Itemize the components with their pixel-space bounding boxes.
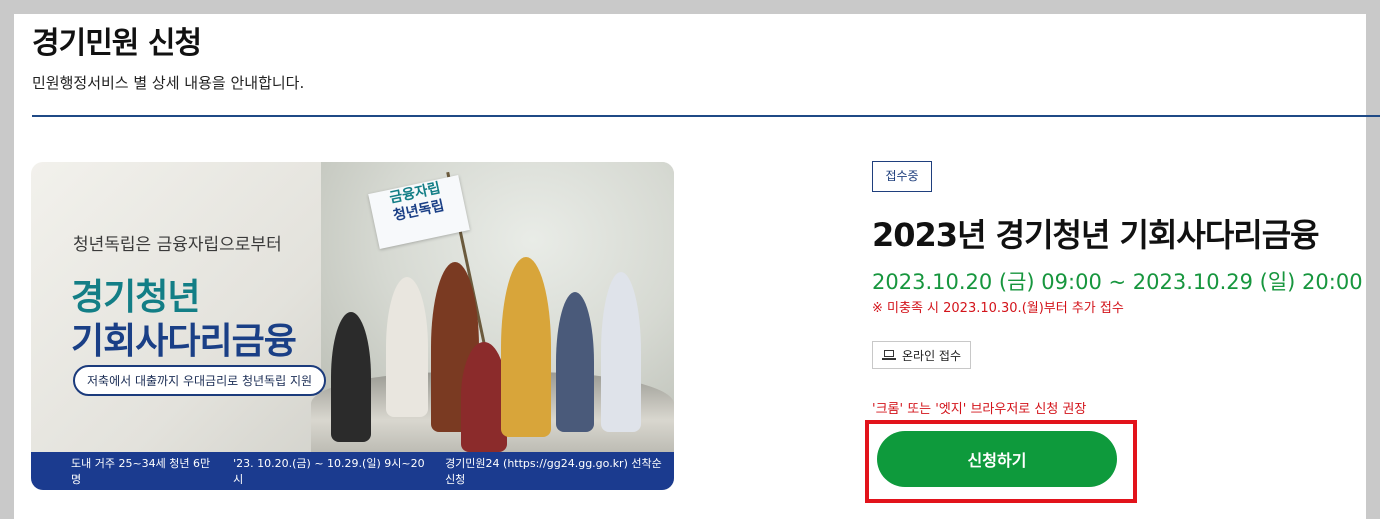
promo-banner: 금융자립 청년독립 청년독립은 금융자립으로부터 경기청년 기회사다리금융 저축… <box>31 162 674 490</box>
banner-title-line2: 기회사다리금융 <box>71 321 297 362</box>
application-period: 2023.10.20 (금) 09:00 ~ 2023.10.29 (일) 20… <box>872 270 1363 294</box>
page-subtitle: 민원행정서비스 별 상세 내용을 안내합니다. <box>32 74 305 92</box>
banner-person <box>601 272 641 432</box>
main-panel: 경기민원 신청 민원행정서비스 별 상세 내용을 안내합니다. 금융자립 청년독… <box>14 14 1380 519</box>
online-label: 온라인 접수 <box>901 348 961 363</box>
banner-bottom-item: '23. 10.20.(금) ~ 10.29.(일) 9시~20시 <box>233 457 425 486</box>
browser-recommendation: '크롬' 또는 '엣지' 브라우저로 신청 권장 <box>872 402 1087 417</box>
banner-person <box>331 312 371 442</box>
header-divider <box>32 115 1380 117</box>
banner-bottom-item: 도내 거주 25~34세 청년 6만명 <box>71 457 211 486</box>
page-title: 경기민원 신청 <box>32 26 202 61</box>
banner-bottom-item: 경기민원24 (https://gg24.gg.go.kr) 선착순 신청 <box>445 457 662 486</box>
banner-person <box>556 292 594 432</box>
banner-pill: 저축에서 대출까지 우대금리로 청년독립 지원 <box>73 365 327 396</box>
online-application-tag: 온라인 접수 <box>872 341 971 369</box>
additional-notice: ※ 미충족 시 2023.10.30.(월)부터 추가 접수 <box>872 301 1124 316</box>
laptop-icon <box>881 350 896 360</box>
status-badge: 접수중 <box>872 161 932 192</box>
banner-person <box>386 277 428 417</box>
banner-tagline: 청년독립은 금융자립으로부터 <box>73 235 282 255</box>
banner-person <box>501 257 551 437</box>
service-title: 2023년 경기청년 기회사다리금융 <box>872 216 1320 254</box>
apply-button[interactable]: 신청하기 <box>877 431 1117 487</box>
banner-bottom-bar: 도내 거주 25~34세 청년 6만명 '23. 10.20.(금) ~ 10.… <box>31 452 674 490</box>
